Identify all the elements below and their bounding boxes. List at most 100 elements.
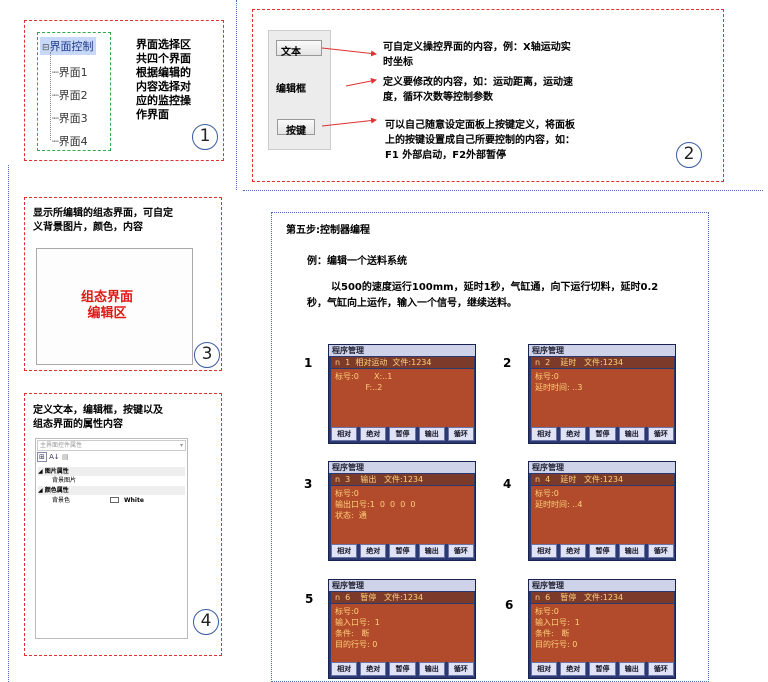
desc-text: 可自定义操控界面的内容，例：X轴运动实 时坐标 [383, 42, 571, 68]
tree-root[interactable]: ⊟界面控制 [40, 37, 96, 55]
property-row-2: 背景图片 [52, 477, 77, 484]
screen-buttons: 相对 绝对 暂停 输出 循环 [331, 427, 475, 441]
screen-button[interactable]: 绝对 [560, 427, 587, 441]
screen-button[interactable]: 绝对 [360, 427, 387, 441]
screen-title: 程序管理 [329, 345, 475, 356]
screen-title: 程序管理 [529, 462, 675, 473]
screen-button[interactable]: 相对 [531, 544, 558, 558]
screen-button[interactable]: 循环 [647, 662, 675, 676]
screen-title: 程序管理 [329, 580, 475, 591]
screen-button[interactable]: 循环 [447, 544, 475, 558]
property-row-1: ◢ 图片属性 [38, 467, 185, 476]
chevron-down-icon[interactable]: ▾ [180, 441, 185, 451]
screen-header: n 3 输出 文件:1234 [331, 474, 474, 485]
screen-buttons: 相对 绝对 暂停 输出 循环 [531, 427, 675, 441]
screen-button[interactable]: 暂停 [389, 427, 416, 441]
screen-header: n 4 延时 文件:1234 [531, 474, 674, 485]
screen-title: 程序管理 [329, 462, 475, 473]
edit-control[interactable]: 编辑框 [276, 80, 306, 95]
screen-buttons: 相对 绝对 暂停 输出 循环 [531, 544, 675, 558]
screen-button[interactable]: 输出 [618, 662, 645, 676]
property-row-3: ◢ 颜色属性 [38, 486, 185, 495]
tree-line [50, 52, 51, 140]
screen-button[interactable]: 相对 [331, 544, 358, 558]
tree-item-1[interactable]: ┈界面1 [52, 64, 88, 80]
screen-button[interactable]: 循环 [647, 544, 675, 558]
screen-buttons: 相对 绝对 暂停 输出 循环 [531, 662, 675, 676]
screen-number: 1 [304, 356, 313, 370]
screen-body: 标号:0 X:..1 F:..2 [331, 369, 474, 427]
screen-number: 2 [503, 356, 512, 370]
separator-left [8, 165, 9, 682]
tree-item-3[interactable]: ┈界面3 [52, 110, 88, 126]
screen-button[interactable]: 循环 [447, 662, 475, 676]
separator-h [243, 190, 763, 191]
screen-button[interactable]: 暂停 [589, 544, 616, 558]
collapse-icon[interactable]: ◢ [38, 468, 45, 475]
button-control[interactable]: 按键 [277, 119, 315, 137]
screen-button[interactable]: 相对 [331, 662, 358, 676]
screen-button[interactable]: 暂停 [389, 662, 416, 676]
screen-button[interactable]: 绝对 [560, 662, 587, 676]
screen-button[interactable]: 输出 [418, 662, 445, 676]
screen-button[interactable]: 暂停 [389, 544, 416, 558]
screen-header: n 1 相对运动 文件:1234 [331, 357, 474, 368]
screen-button[interactable]: 绝对 [360, 662, 387, 676]
screen-body: 标号:0 输入口号: 1 条件: 断 目的行号: 0 [331, 604, 474, 662]
panel1-desc: 界面选择区 共四个界面 根据编辑的 内容选择对 应的监控操 作界面 [136, 38, 191, 121]
screen-header: n 6 暂停 文件:1234 [531, 592, 674, 603]
screen-button[interactable]: 绝对 [560, 544, 587, 558]
controller-screen: 程序管理 n 6 暂停 文件:1234 标号:0 输入口号: 1 条件: 断 目的行… [328, 579, 476, 679]
property-toolbar: ⊞ A↓ ▤ [37, 452, 186, 465]
tree-item-2[interactable]: ┈界面2 [52, 87, 88, 103]
panel-number-4: 4 [193, 609, 219, 635]
step-title: 第五步:控制器编程 [286, 225, 370, 236]
property-dropdown[interactable]: 主界面控件属性 ▾ [37, 440, 186, 451]
screen-button[interactable]: 暂停 [589, 662, 616, 676]
screen-button[interactable]: 循环 [447, 427, 475, 441]
screen-body: 标号:0 输入口号: 1 条件: 断 目的行号: 0 [531, 604, 674, 662]
tree-item-4[interactable]: ┈界面4 [52, 133, 88, 149]
color-swatch [110, 497, 119, 503]
screen-button[interactable]: 循环 [647, 427, 675, 441]
screen-button[interactable]: 绝对 [360, 544, 387, 558]
screen-header: n 2 延时 文件:1234 [531, 357, 674, 368]
screen-button[interactable]: 输出 [618, 544, 645, 558]
panel-number-2: 2 [676, 142, 702, 168]
collapse-icon[interactable]: ◢ [38, 487, 45, 494]
screen-button[interactable]: 暂停 [589, 427, 616, 441]
controller-screen: 程序管理 n 2 延时 文件:1234 标号:0 延时时间: ..3 相对 绝对 暂停 输出… [528, 344, 676, 444]
step-example: 例：编辑一个送料系统 [307, 256, 407, 267]
screen-body: 标号:0 延时时间: ..4 [531, 486, 674, 544]
controller-screen: 程序管理 n 4 延时 文件:1234 标号:0 延时时间: ..4 相对 绝对 暂停 输出… [528, 461, 676, 561]
screen-button[interactable]: 相对 [331, 427, 358, 441]
text-control[interactable]: 文本 [276, 40, 322, 58]
panel-number-1: 1 [192, 124, 218, 150]
sort-alpha-icon[interactable]: A↓ [49, 453, 60, 461]
screen-number: 3 [304, 477, 313, 491]
screen-title: 程序管理 [529, 345, 675, 356]
property-row-4[interactable]: 背景色 White [38, 496, 185, 505]
screen-button[interactable]: 输出 [418, 427, 445, 441]
screen-buttons: 相对 绝对 暂停 输出 循环 [331, 544, 475, 558]
screen-number: 4 [503, 477, 512, 491]
screen-button[interactable]: 输出 [618, 427, 645, 441]
screen-body: 标号:0 延时时间: ..3 [531, 369, 674, 427]
screen-buttons: 相对 绝对 暂停 输出 循环 [331, 662, 475, 676]
screen-number: 5 [305, 592, 314, 606]
minus-icon[interactable]: ⊟ [42, 43, 50, 53]
separator-v [236, 0, 237, 190]
desc-button: 可以自己随意设定面板上按键定义，将面板 上的按键设置成自己所要控制的内容，如： F1… [385, 120, 575, 161]
screen-button[interactable]: 相对 [531, 662, 558, 676]
panel4-desc: 定义文本，编辑框，按键以及 组态界面的属性内容 [33, 405, 163, 430]
screen-button[interactable]: 输出 [418, 544, 445, 558]
sort-category-icon[interactable]: ⊞ [37, 452, 47, 462]
step-paragraph: 以500的速度运行100mm，延时1秒，气缸通，向下运行切料，延时0.2 秒，气缸… [307, 282, 659, 309]
controller-screen: 程序管理 n 3 输出 文件:1234 标号:0 输出口号:1 0 0 0 0 状态… [328, 461, 476, 561]
screen-body: 标号:0 输出口号:1 0 0 0 0 状态: 通 [331, 486, 474, 544]
desc-edit: 定义要修改的内容，如：运动距离，运动速 度，循环次数等控制参数 [383, 77, 573, 103]
screen-button[interactable]: 相对 [531, 427, 558, 441]
screen-title: 程序管理 [529, 580, 675, 591]
property-pages-icon[interactable]: ▤ [62, 453, 69, 461]
screen-header: n 6 暂停 文件:1234 [331, 592, 474, 603]
